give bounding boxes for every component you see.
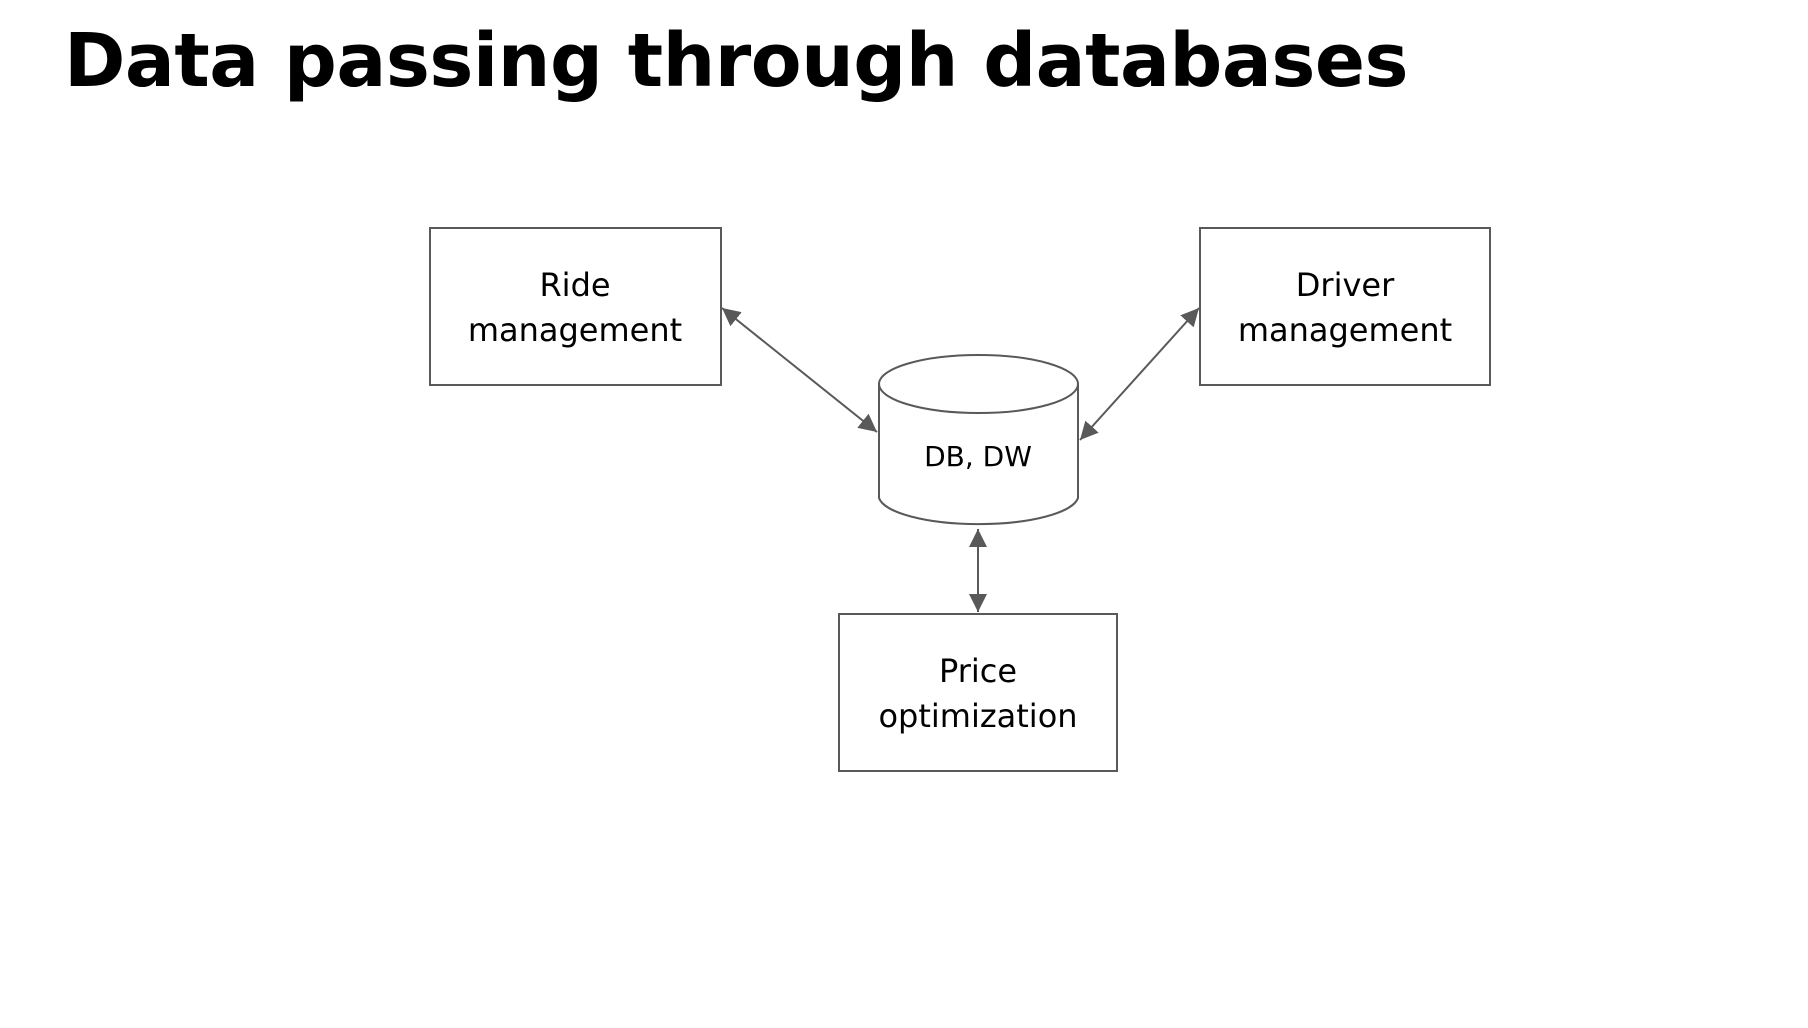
database-label: DB, DW [924,440,1032,473]
price-label-line1: Price [939,652,1017,690]
ride-label-line1: Ride [539,266,610,304]
driver-label-line1: Driver [1296,266,1395,304]
diagram: Ride management Driver management DB, DW… [429,227,1491,772]
price-optimization-node: Price optimization [838,613,1118,772]
ride-label-line2: management [468,311,682,349]
driver-label-line2: management [1238,311,1452,349]
database-cylinder: DB, DW [878,354,1079,526]
ride-management-node: Ride management [429,227,722,386]
ride-db-connector [721,307,878,433]
driver-db-connector [1079,307,1200,441]
price-label-line2: optimization [878,697,1077,735]
driver-management-node: Driver management [1199,227,1491,386]
